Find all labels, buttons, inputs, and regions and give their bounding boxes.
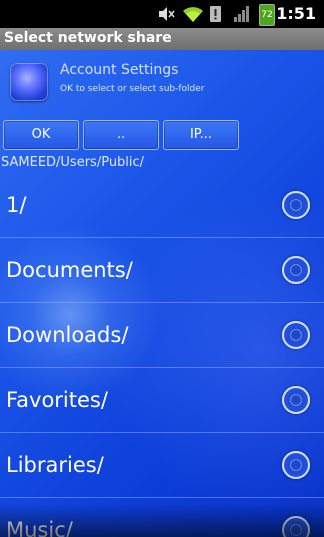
parent-folder-button[interactable]: .. (83, 120, 159, 150)
radio-button[interactable] (282, 516, 310, 537)
list-item-label: Music/ (6, 518, 73, 537)
dialog-title: Select network share (4, 30, 172, 46)
radio-button[interactable] (282, 321, 310, 349)
battery-level: 72 (261, 10, 273, 20)
list-item-label: Downloads/ (6, 323, 129, 347)
signal-icon (234, 6, 249, 22)
clock: 1:51 (276, 4, 316, 23)
ip-button[interactable]: IP... (163, 120, 239, 150)
folder-list: 1/ Documents/ Downloads/ Favorites/ Libr… (0, 173, 324, 537)
header-title: Account Settings (60, 62, 179, 78)
list-item[interactable]: Libraries/ (0, 433, 324, 498)
list-item[interactable]: Music/ (0, 498, 324, 537)
list-item-label: Documents/ (6, 258, 133, 282)
list-item[interactable]: Documents/ (0, 238, 324, 303)
radio-button[interactable] (282, 451, 310, 479)
list-item-label: Libraries/ (6, 453, 104, 477)
alert-icon (210, 6, 221, 22)
status-bar: 72 1:51 (0, 0, 324, 28)
list-item-label: Favorites/ (6, 388, 108, 412)
radio-button[interactable] (282, 256, 310, 284)
radio-button[interactable] (282, 191, 310, 219)
mute-icon (159, 7, 175, 21)
list-item[interactable]: Downloads/ (0, 303, 324, 368)
battery-icon: 72 (259, 4, 275, 26)
app-icon (10, 63, 48, 101)
dialog-title-bar: Select network share (0, 28, 324, 51)
list-item[interactable]: Favorites/ (0, 368, 324, 433)
header-subtitle: OK to select or select sub-folder (60, 84, 205, 94)
list-item[interactable]: 1/ (0, 173, 324, 238)
radio-button[interactable] (282, 386, 310, 414)
list-item-label: 1/ (6, 193, 27, 217)
current-path: SAMEED/Users/Public/ (1, 155, 145, 170)
ok-button[interactable]: OK (3, 120, 79, 150)
wifi-icon (183, 7, 203, 22)
